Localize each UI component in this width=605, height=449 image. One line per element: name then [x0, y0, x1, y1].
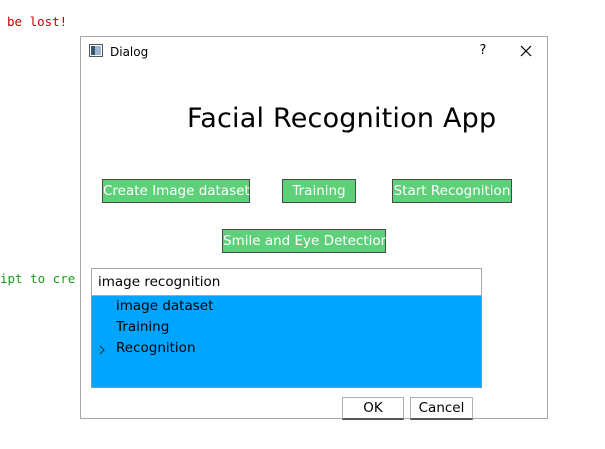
title-bar[interactable]: Dialog ?	[81, 37, 547, 67]
help-button[interactable]: ?	[472, 40, 494, 62]
background-code-text-green: ipt to cre	[0, 271, 76, 286]
ok-button[interactable]: OK	[342, 397, 404, 420]
start-recognition-button[interactable]: Start Recognition	[392, 179, 512, 203]
dialog-title: Dialog	[110, 45, 149, 59]
background-code-text-red: be lost!	[7, 14, 68, 29]
create-image-dataset-button[interactable]: Create Image dataset	[102, 179, 250, 203]
cancel-button[interactable]: Cancel	[410, 397, 473, 420]
tree-item-recognition[interactable]: Recognition	[116, 340, 196, 356]
app-title: Facial Recognition App	[187, 103, 497, 134]
tree-view[interactable]: image dataset Training Recognition	[91, 296, 482, 388]
tree-item-image-dataset[interactable]: image dataset	[116, 298, 213, 314]
chevron-right-icon[interactable]	[98, 345, 106, 355]
dialog-window: Dialog ? Facial Recognition App Create I…	[80, 36, 548, 420]
smile-eye-detection-button[interactable]: Smile and Eye Detection	[222, 229, 389, 253]
search-input[interactable]	[91, 268, 482, 296]
tree-item-training[interactable]: Training	[116, 319, 169, 335]
window-icon	[89, 44, 103, 57]
close-icon	[520, 45, 532, 57]
training-button[interactable]: Training	[282, 179, 356, 203]
close-button[interactable]	[515, 40, 537, 62]
